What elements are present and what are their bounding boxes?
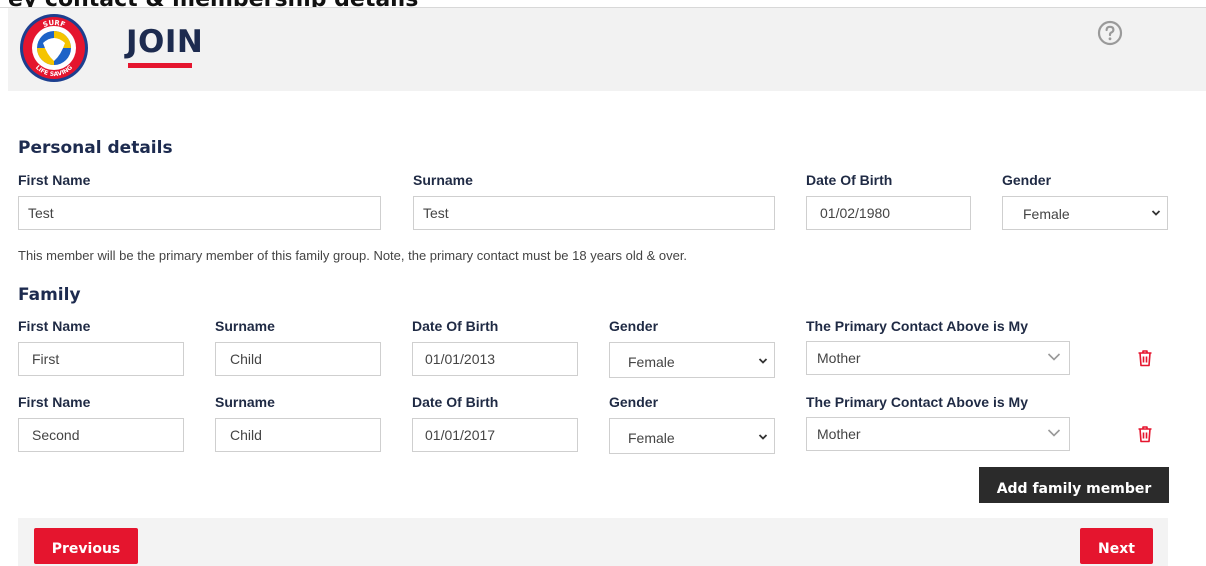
family-surname-label: Surname [215, 394, 275, 410]
first-name-label: First Name [18, 172, 91, 188]
title-underline [128, 63, 192, 68]
family-dob-label: Date Of Birth [412, 318, 499, 334]
family-first-name-label: First Name [18, 394, 91, 410]
family-relation-label: The Primary Contact Above is My [806, 318, 1028, 334]
first-name-field[interactable]: Test [18, 196, 381, 230]
primary-member-note: This member will be the primary member o… [18, 248, 688, 263]
dob-label: Date Of Birth [806, 172, 893, 188]
family-surname-field[interactable]: Child [215, 418, 381, 452]
family-dob-field[interactable]: 01/01/2013 [412, 342, 578, 376]
family-first-name-field[interactable]: Second [18, 418, 184, 452]
family-relation-value: Mother [817, 350, 861, 366]
page-header: SURF LIFE SAVING JOIN [8, 8, 1206, 91]
next-button[interactable]: Next [1080, 528, 1153, 564]
page-title: JOIN [126, 24, 204, 60]
form-navigation-bar: Previous Next [18, 518, 1168, 566]
family-relation-select[interactable]: Mother [806, 341, 1070, 375]
family-surname-label: Surname [215, 318, 275, 334]
chevron-down-icon [758, 358, 768, 364]
family-gender-label: Gender [609, 318, 659, 334]
family-dob-field[interactable]: 01/01/2017 [412, 418, 578, 452]
family-surname-value: Child [230, 351, 262, 367]
family-first-name-value: First [32, 351, 60, 367]
family-gender-select[interactable]: Female [609, 418, 775, 454]
family-gender-value: Female [628, 354, 675, 370]
family-gender-value: Female [628, 430, 675, 446]
family-relation-value: Mother [817, 426, 861, 442]
first-name-value: Test [28, 205, 54, 221]
gender-value: Female [1023, 206, 1070, 222]
surname-label: Surname [413, 172, 473, 188]
gender-select[interactable]: Female [1002, 196, 1168, 230]
family-dob-value: 01/01/2017 [425, 427, 496, 443]
family-surname-field[interactable]: Child [215, 342, 381, 376]
trash-icon[interactable] [1137, 425, 1153, 443]
family-first-name-label: First Name [18, 318, 91, 334]
family-first-name-field[interactable]: First [18, 342, 184, 376]
dob-value: 01/02/1980 [820, 205, 891, 221]
add-family-member-button[interactable]: Add family member [979, 467, 1169, 503]
question-circle-icon[interactable] [1097, 20, 1123, 46]
surf-life-saving-logo: SURF LIFE SAVING [20, 14, 88, 82]
dob-field[interactable]: 01/02/1980 [806, 196, 971, 230]
gender-label: Gender [1002, 172, 1052, 188]
chevron-down-icon [1047, 429, 1061, 437]
family-gender-select[interactable]: Female [609, 342, 775, 378]
family-first-name-value: Second [32, 427, 80, 443]
family-surname-value: Child [230, 427, 262, 443]
family-gender-label: Gender [609, 394, 659, 410]
personal-details-heading: Personal details [18, 138, 173, 158]
chevron-down-icon [758, 434, 768, 440]
clipped-page-heading: ey contact & membership details [0, 0, 1206, 8]
family-dob-label: Date Of Birth [412, 394, 499, 410]
family-relation-select[interactable]: Mother [806, 417, 1070, 451]
surname-field[interactable]: Test [413, 196, 775, 230]
chevron-down-icon [1151, 210, 1161, 216]
surname-value: Test [423, 205, 449, 221]
family-relation-label: The Primary Contact Above is My [806, 394, 1028, 410]
family-heading: Family [18, 285, 81, 305]
trash-icon[interactable] [1137, 349, 1153, 367]
family-dob-value: 01/01/2013 [425, 351, 496, 367]
chevron-down-icon [1047, 353, 1061, 361]
previous-button[interactable]: Previous [34, 528, 138, 564]
